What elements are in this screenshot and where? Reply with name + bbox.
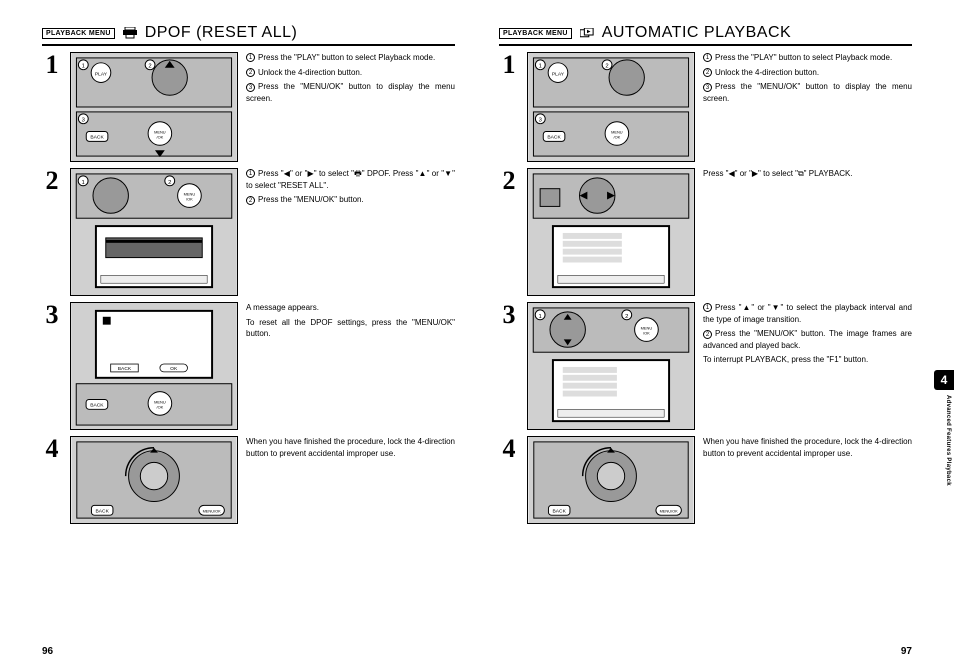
step-bullet: 1 [246,169,255,178]
svg-text:/OK: /OK [157,134,164,139]
camera-controls-illustration: PLAYBACKMENU/OK123 [70,52,238,162]
step-number: 3 [499,302,519,430]
svg-text:PLAY: PLAY [552,72,565,78]
step-bullet: 2 [246,68,255,77]
page-number-right: 97 [901,646,912,657]
step-bullet: 1 [703,53,712,62]
svg-text:/OK: /OK [643,331,650,336]
svg-text:BACK: BACK [90,402,104,408]
svg-text:1: 1 [81,180,84,186]
svg-text:BACK: BACK [96,508,110,514]
svg-text:BACK: BACK [118,366,132,372]
step-bullet: 2 [703,330,712,339]
svg-text:BACK: BACK [547,134,561,140]
svg-text:2: 2 [625,314,628,320]
svg-text:PLAY: PLAY [95,72,108,78]
step-row: 2 Press "◀" or "▶" to select "⧉" PLAYBAC… [499,168,912,296]
title-text-right: AUTOMATIC PLAYBACK [602,24,791,42]
step-row: 4 BACK MENU/OK When you have finished the… [42,436,455,524]
step-bullet: 3 [246,83,255,92]
chapter-side-text: Advanced Features Playback [945,395,951,486]
step-bullet: 2 [703,68,712,77]
step-bullet: 2 [246,196,255,205]
svg-text:MENU/OK: MENU/OK [660,508,679,513]
chapter-tab: 4 [934,370,954,390]
playback-icon [580,27,594,39]
step-number: 4 [499,436,519,524]
printer-icon [123,27,137,39]
step-text: When you have finished the procedure, lo… [246,436,455,524]
svg-text:/OK: /OK [186,197,193,202]
step-bullet: 1 [703,303,712,312]
menu-badge-right: PLAYBACK MENU [499,28,572,39]
svg-text:/OK: /OK [157,404,164,409]
step-number: 2 [499,168,519,296]
menu-badge-left: PLAYBACK MENU [42,28,115,39]
step-row: 1 PLAYBACKMENU/OK123 1Press the "PLAY" b… [42,52,455,162]
svg-text:MENU/OK: MENU/OK [203,508,222,513]
page-left: PLAYBACK MENU DPOF (RESET ALL) 1 PLAYBAC… [0,0,477,667]
svg-text:1: 1 [538,314,541,320]
svg-text:2: 2 [168,180,171,186]
svg-text:/OK: /OK [614,134,621,139]
step-number: 4 [42,436,62,524]
svg-text:2: 2 [605,64,608,70]
page-number-left: 96 [42,646,53,657]
title-row-right: PLAYBACK MENU AUTOMATIC PLAYBACK [499,24,912,46]
step-number: 3 [42,302,62,430]
camera-controls-illustration: PLAYBACKMENU/OK123 [527,52,695,162]
step-row: 4 BACK MENU/OK When you have finished the… [499,436,912,524]
lock-dial-illustration: BACK MENU/OK [527,436,695,524]
title-text-left: DPOF (RESET ALL) [145,24,298,42]
step-row: 3 MENU/OK12 1Press "▲" or "▼" to select … [499,302,912,430]
step-text: A message appears. To reset all the DPOF… [246,302,455,430]
svg-text:1: 1 [539,64,542,70]
svg-text:2: 2 [148,64,151,70]
lock-dial-illustration: BACK MENU/OK [70,436,238,524]
svg-text:1: 1 [82,64,85,70]
step-bullet: 3 [703,83,712,92]
svg-text:OK: OK [170,366,178,372]
step-text: When you have finished the procedure, lo… [703,436,912,524]
page-right: PLAYBACK MENU AUTOMATIC PLAYBACK 1 PLAYB… [477,0,954,667]
svg-text:BACK: BACK [90,134,104,140]
step-text: 1Press the "PLAY" button to select Playb… [703,52,912,162]
confirm-screen-illustration: BACKOKBACKMENU/OK [70,302,238,430]
step-row: 3 BACKOKBACKMENU/OK A message appears. T… [42,302,455,430]
step-text: 1Press "◀" or "▶" to select "🖶" DPOF. Pr… [246,168,455,296]
menu-screen-illustration [527,168,695,296]
svg-text:BACK: BACK [553,508,567,514]
playback-options-illustration: MENU/OK12 [527,302,695,430]
step-row: 1 PLAYBACKMENU/OK123 1Press the "PLAY" b… [499,52,912,162]
step-number: 1 [499,52,519,162]
step-text: 1Press the "PLAY" button to select Playb… [246,52,455,162]
step-text: 1Press "▲" or "▼" to select the playback… [703,302,912,430]
step-number: 1 [42,52,62,162]
step-bullet: 1 [246,53,255,62]
step-text: Press "◀" or "▶" to select "⧉" PLAYBACK. [703,168,912,296]
step-number: 2 [42,168,62,296]
menu-screen-illustration: MENU/OK12 [70,168,238,296]
step-row: 2 MENU/OK12 1Press "◀" or "▶" to select … [42,168,455,296]
title-row-left: PLAYBACK MENU DPOF (RESET ALL) [42,24,455,46]
